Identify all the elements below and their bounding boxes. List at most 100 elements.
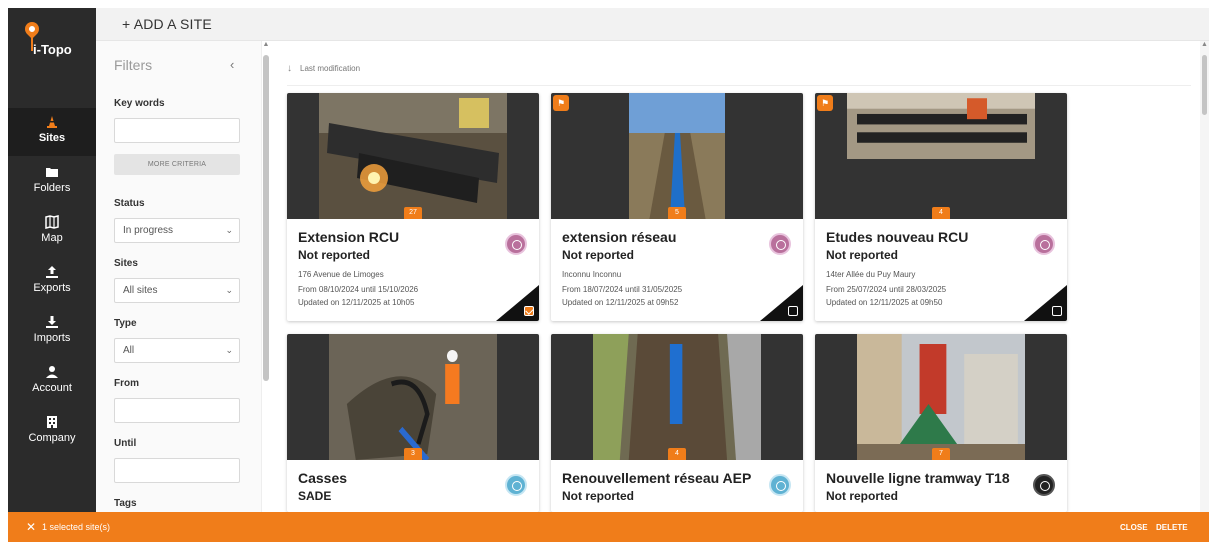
card-media: 7 [815, 334, 1067, 460]
nav-item-imports[interactable]: Imports [8, 308, 96, 356]
flag-icon: ⚑ [817, 95, 833, 111]
building-icon [44, 414, 60, 430]
divider [287, 85, 1191, 86]
card-title[interactable]: Nouvelle ligne tramway T18 [826, 470, 1010, 486]
arrow-down-icon: ↓ [287, 63, 292, 74]
card-title[interactable]: Extension RCU [298, 229, 399, 245]
selected-count-text: 1 selected site(s) [42, 522, 111, 532]
site-card[interactable]: 7 Nouvelle ligne tramway T18 Not reporte… [815, 334, 1067, 512]
card-title[interactable]: Renouvellement réseau AEP [562, 470, 751, 486]
card-dates: From 18/07/2024 until 31/05/2025 [562, 285, 683, 294]
keywords-input[interactable] [114, 118, 240, 143]
nav-item-map[interactable]: Map [8, 208, 96, 256]
more-criteria-button[interactable]: MORE CRITERIA [114, 154, 240, 175]
select-checkbox[interactable] [788, 306, 798, 316]
nav-item-sites[interactable]: Sites [8, 108, 96, 156]
upload-icon [44, 264, 60, 280]
card-address: Inconnu Inconnu [562, 270, 622, 279]
app: i-Topo Sites Folders Map Exports Imports… [0, 0, 1209, 542]
chevron-down-icon: ⌄ [225, 285, 233, 295]
card-title[interactable]: Casses [298, 470, 347, 486]
status-value: In progress [123, 225, 174, 236]
download-icon [44, 314, 60, 330]
card-updated: Updated on 12/11/2025 at 09h50 [826, 298, 943, 307]
status-select[interactable]: In progress ⌄ [114, 218, 240, 243]
photo-count-badge: 3 [404, 448, 422, 460]
card-dates: From 25/07/2024 until 28/03/2025 [826, 285, 947, 294]
nav-item-folders[interactable]: Folders [8, 158, 96, 206]
type-label: Type [114, 318, 137, 329]
card-title[interactable]: extension réseau [562, 229, 676, 245]
photo-count-badge: 5 [668, 207, 686, 219]
sort-label: Last modification [300, 64, 361, 73]
network-type-icon [505, 233, 527, 255]
sort-control[interactable]: ↓ Last modification [287, 63, 360, 74]
keywords-label: Key words [114, 98, 165, 109]
type-select[interactable]: All ⌄ [114, 338, 240, 363]
scroll-up-icon[interactable]: ▲ [262, 41, 270, 48]
filters-scroll-thumb[interactable] [263, 55, 269, 381]
card-media: 5 [551, 93, 803, 219]
card-status: Not reported [562, 489, 634, 503]
chevron-down-icon: ⌄ [225, 345, 233, 355]
filters-title: Filters [114, 57, 153, 73]
network-type-icon [1033, 474, 1055, 496]
site-card[interactable]: 3 Casses SADE [287, 334, 539, 512]
nav-item-account[interactable]: Account [8, 358, 96, 406]
network-type-icon [505, 474, 527, 496]
card-status: Not reported [826, 248, 898, 262]
network-type-icon [1033, 233, 1055, 255]
collapse-chevron-icon[interactable]: ‹ [230, 57, 234, 72]
add-site-button[interactable]: + ADD A SITE [122, 16, 212, 32]
site-photo [857, 334, 1025, 460]
user-icon [44, 364, 60, 380]
close-button[interactable]: CLOSE [1120, 523, 1148, 532]
select-checkbox[interactable] [524, 306, 534, 316]
card-updated: Updated on 12/11/2025 at 10h05 [298, 298, 415, 307]
site-card[interactable]: 5 ⚑ extension réseau Not reported Inconn… [551, 93, 803, 321]
cone-icon [44, 114, 60, 130]
nav-item-exports[interactable]: Exports [8, 258, 96, 306]
sites-select[interactable]: All sites ⌄ [114, 278, 240, 303]
photo-count-badge: 4 [932, 207, 950, 219]
delete-button[interactable]: DELETE [1156, 523, 1188, 532]
site-photo [593, 334, 761, 460]
scroll-up-icon[interactable]: ▲ [1200, 41, 1209, 48]
filters-scrollbar[interactable]: ▲ [262, 41, 270, 512]
nav-label-sites: Sites [38, 132, 66, 144]
site-card[interactable]: 4 ⚑ Etudes nouveau RCU Not reported 14te… [815, 93, 1067, 321]
chevron-down-icon: ⌄ [225, 225, 233, 235]
until-input[interactable] [114, 458, 240, 483]
photo-count-badge: 27 [404, 207, 422, 219]
card-title[interactable]: Etudes nouveau RCU [826, 229, 968, 245]
network-type-icon [769, 474, 791, 496]
status-label: Status [114, 198, 145, 209]
nav-label-exports: Exports [33, 282, 71, 294]
card-status: Not reported [298, 248, 370, 262]
select-checkbox[interactable] [1052, 306, 1062, 316]
folder-icon [44, 164, 60, 180]
card-media: 27 [287, 93, 539, 219]
logo-text: i-Topo [33, 42, 72, 57]
nav-item-company[interactable]: Company [8, 408, 96, 456]
logo[interactable]: i-Topo [8, 8, 96, 66]
card-dates: From 08/10/2024 until 15/10/2026 [298, 285, 419, 294]
tags-label: Tags [114, 498, 137, 509]
main-scroll-thumb[interactable] [1202, 55, 1207, 115]
type-value: All [123, 345, 135, 356]
card-media: 4 [815, 93, 1067, 219]
card-address: 176 Avenue de Limoges [298, 270, 384, 279]
site-photo [847, 93, 1035, 159]
photo-count-badge: 4 [668, 448, 686, 460]
card-status: Not reported [826, 489, 898, 503]
photo-count-badge: 7 [932, 448, 950, 460]
selection-bar: ✕ 1 selected site(s) CLOSE DELETE [8, 512, 1209, 542]
main-scrollbar[interactable]: ▲ [1200, 41, 1209, 512]
site-photo [329, 334, 497, 460]
from-input[interactable] [114, 398, 240, 423]
flag-icon: ⚑ [553, 95, 569, 111]
nav-label-folders: Folders [33, 182, 71, 194]
site-card[interactable]: 27 Extension RCU Not reported 176 Avenue… [287, 93, 539, 321]
site-card[interactable]: 4 Renouvellement réseau AEP Not reported [551, 334, 803, 512]
close-icon[interactable]: ✕ [26, 520, 36, 534]
